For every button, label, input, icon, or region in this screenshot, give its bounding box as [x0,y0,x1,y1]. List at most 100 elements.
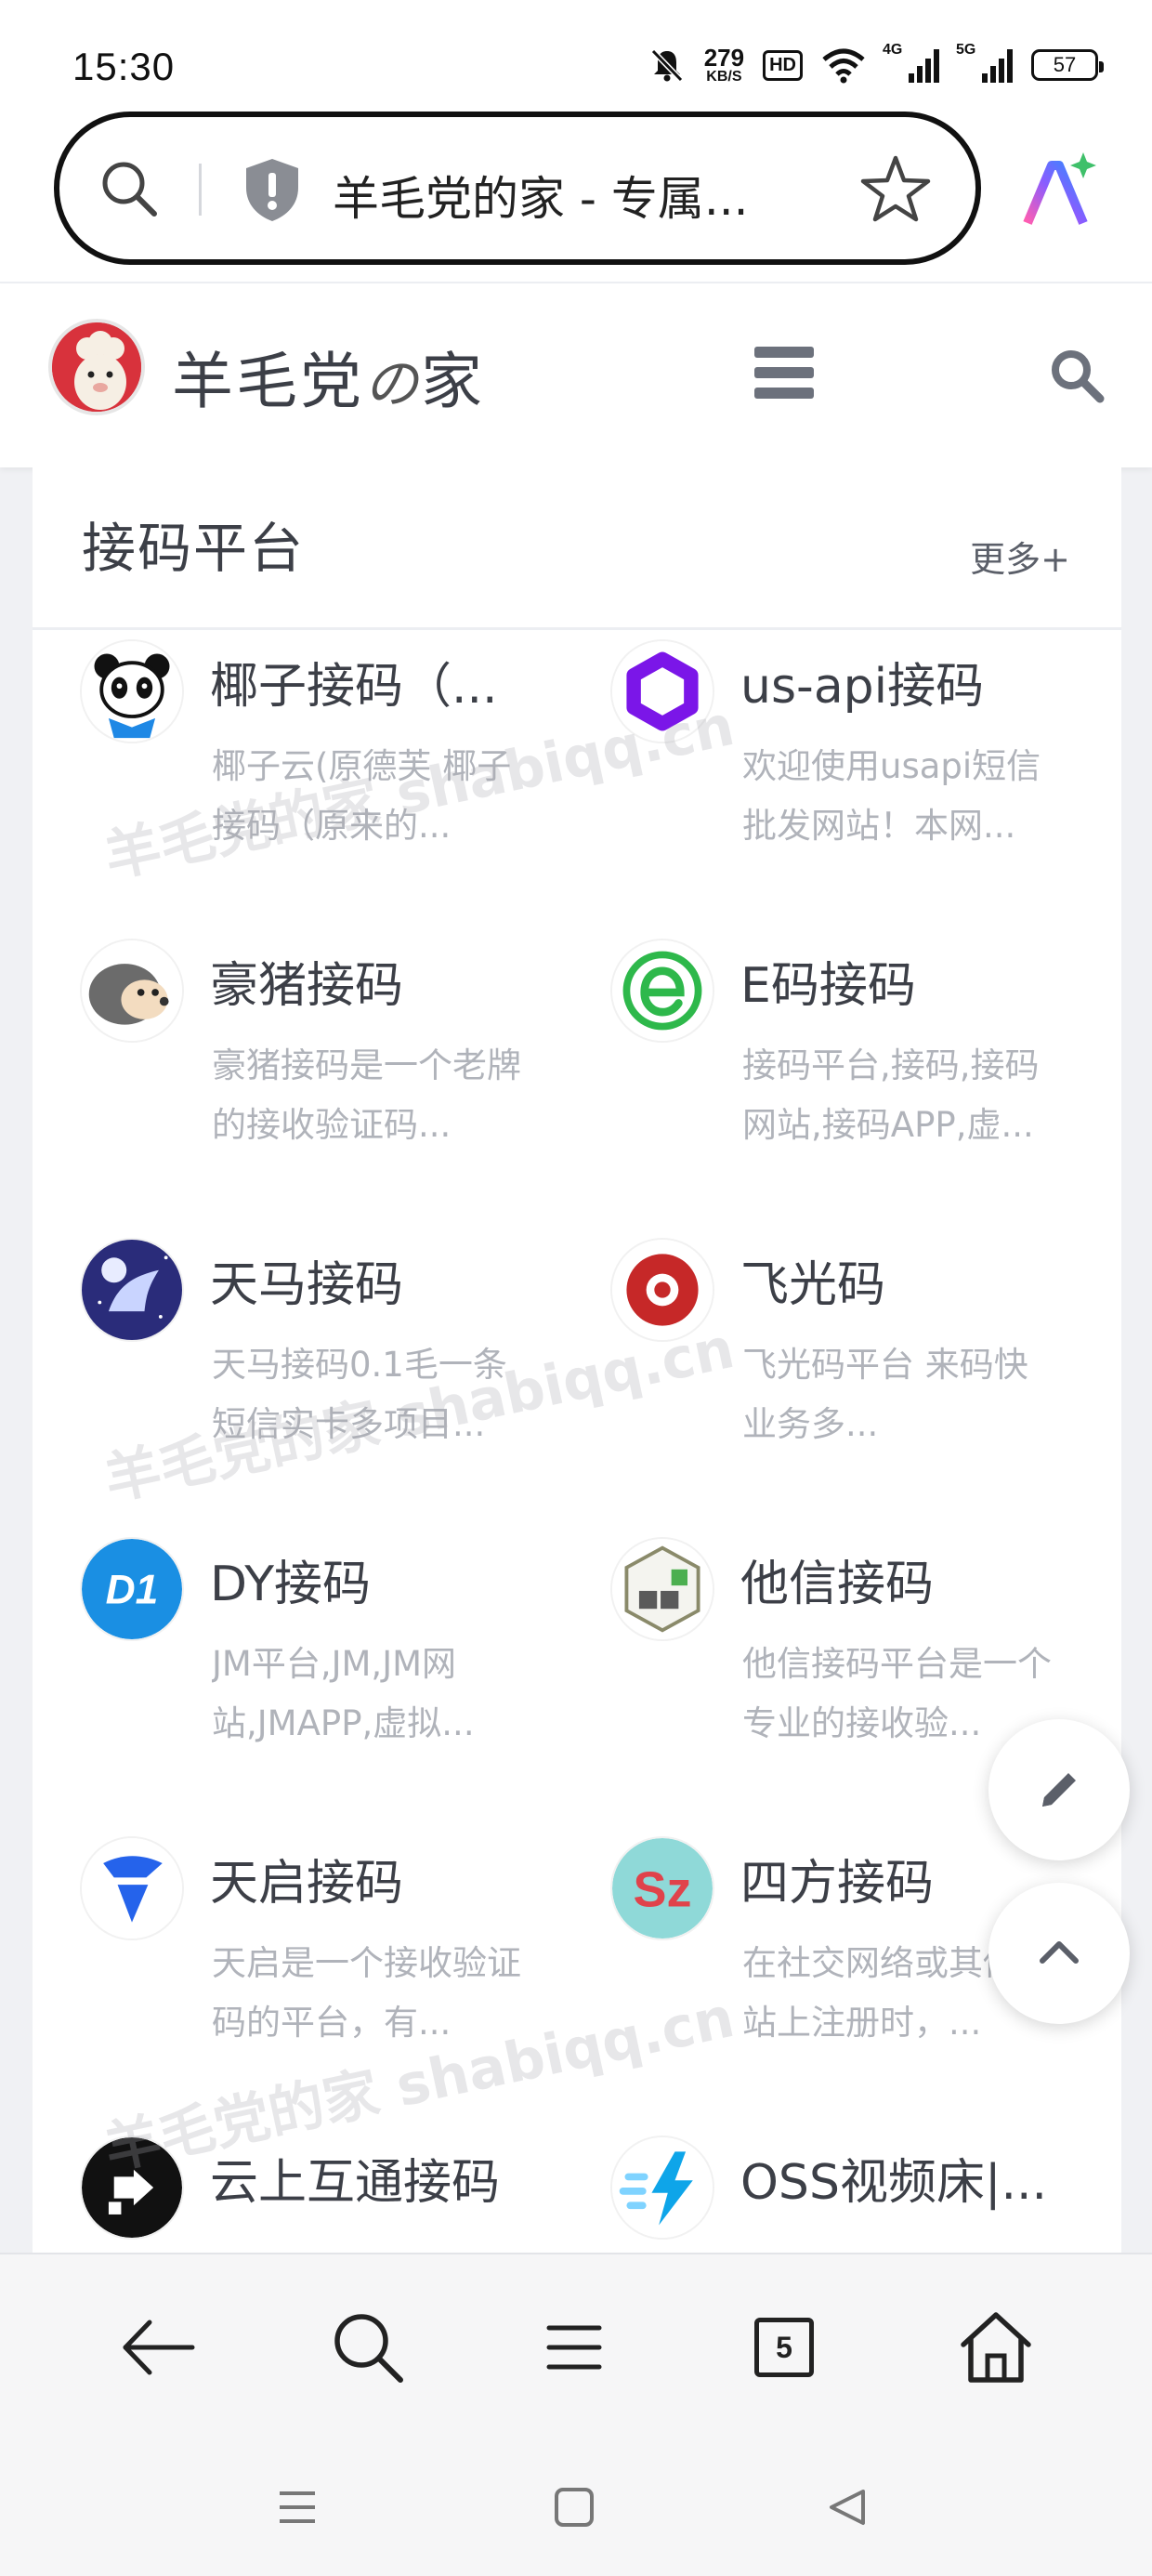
lightning-icon [610,2136,714,2240]
network-speed-value: 279 [703,44,745,72]
hd-badge: HD [763,49,803,81]
site-name-part1: 羊毛党 [172,346,364,417]
site-name-no: の [364,352,422,415]
mute-bell-icon [650,48,683,83]
list-item[interactable]: E码接码 接码平台,接码,接码网站,接码APP,虚... [610,939,1131,1236]
menu-icon [546,2325,602,2370]
item-desc: 接码平台,接码,接码网站,接码APP,虚... [742,1045,1040,1145]
item-title[interactable]: 飞光码 [740,1245,1093,1315]
item-desc: 他信接码平台是一个专业的接收验... [742,1644,1052,1743]
item-desc: 椰子云(原德芙 椰子接码（原来的... [212,746,512,846]
tabs-icon: 5 [754,2318,814,2377]
platform-card: 接码平台 更多+ 椰子接码（... 椰子云(原德芙 椰子接码（原来的... us… [33,467,1121,2256]
site-header: 羊毛党の家 [0,283,1152,467]
star-icon[interactable] [858,152,933,227]
status-time: 15:30 [72,45,176,88]
recent-apps-icon [280,2491,315,2523]
item-title[interactable]: 他信接码 [740,1544,1093,1614]
item-title[interactable]: us-api接码 [740,647,1093,716]
item-desc: 豪猪接码是一个老牌的接收验证码... [212,1045,521,1145]
address-bar[interactable]: 羊毛党的家 - 专属... [54,112,981,265]
blue-shield-icon [80,1836,184,1940]
back-arrow-icon [123,2320,195,2375]
item-title[interactable]: 豪猪接码 [210,946,563,1016]
status-bar: 15:30 279 KB/S HD 4G 5G 57 [0,0,1152,102]
hamburger-menu-icon[interactable] [754,347,814,399]
signal-5g-label: 5G [956,42,976,58]
edit-button[interactable] [988,1719,1130,1860]
search-icon[interactable] [1048,347,1106,404]
dy-logo-icon: D1 [80,1537,184,1641]
home-icon [961,2312,1031,2383]
status-icons: 279 KB/S HD 4G 5G 57 [648,37,1104,93]
item-title[interactable]: DY接码 [210,1544,563,1614]
tabs-button[interactable]: 5 [740,2303,829,2392]
red-target-icon [610,1238,714,1342]
wifi-icon [822,48,865,84]
battery-level: 57 [1053,53,1077,76]
scroll-top-icon [1040,1941,1079,1964]
signal-5g-icon: 5G [956,42,1013,83]
item-title[interactable]: 天马接码 [210,1245,563,1315]
alpaca-logo[interactable] [48,319,145,415]
purple-hexagon-icon [610,639,714,743]
list-item[interactable]: 天马接码 天马接码0.1毛一条短信实卡多项目... [80,1238,600,1535]
list-item[interactable]: D1 DY接码 JM平台,JM,JM网站,JMAPP,虚拟... [80,1537,600,1834]
item-title[interactable]: 天启接码 [210,1844,563,1913]
home-square-icon [555,2488,594,2527]
signal-4g-icon: 4G [883,42,939,83]
network-speed-unit: KB/S [706,69,742,85]
hedgehog-icon [80,939,184,1043]
back-triangle-icon [830,2490,865,2525]
item-title[interactable]: 椰子接码（... [210,647,563,716]
scroll-top-button[interactable] [988,1883,1130,2024]
list-item[interactable]: 天启接码 天启是一个接收验证码的平台，有... [80,1836,600,2134]
address-title[interactable]: 羊毛党的家 - 专属... [333,162,797,229]
edit-pencil-icon [1042,1773,1076,1807]
home-button[interactable] [951,2303,1041,2392]
system-back-button[interactable] [819,2479,875,2535]
signal-4g-label: 4G [883,42,903,58]
panda-icon [80,639,184,743]
back-button[interactable] [113,2303,203,2392]
pegasus-icon [80,1238,184,1342]
list-item[interactable]: 飞光码 飞光码平台 来码快业务多... [610,1238,1131,1535]
address-separator [199,164,202,216]
svg-text:Sz: Sz [633,1861,691,1917]
section-title: 接码平台 [82,517,306,580]
item-title[interactable]: OSS视频床|... [740,2143,1093,2213]
more-link[interactable]: 更多+ [970,531,1070,582]
search-button[interactable] [323,2303,412,2392]
card-header: 接码平台 更多+ [33,467,1121,630]
item-title[interactable]: E码接码 [740,946,1093,1016]
alpaca-logo-graphic [52,322,141,412]
item-desc: 欢迎使用usapi短信批发网站！本网... [742,746,1041,846]
site-name[interactable]: 羊毛党の家 [172,332,485,421]
item-desc: 飞光码平台 来码快业务多... [742,1345,1028,1444]
list-item[interactable]: us-api接码 欢迎使用usapi短信批发网站！本网... [610,639,1131,937]
hex-cube-icon [610,1537,714,1641]
menu-button[interactable] [530,2303,619,2392]
network-speed: 279 KB/S [704,46,744,85]
search-icon[interactable] [97,156,162,221]
item-desc: 天马接码0.1毛一条短信实卡多项目... [212,1345,507,1444]
ai-assistant-icon[interactable] [1016,149,1100,232]
system-home-button[interactable] [546,2479,602,2535]
tab-count: 5 [776,2330,792,2364]
black-arrow-icon [80,2136,184,2240]
address-bar-area: 羊毛党的家 - 专属... [0,102,1152,283]
list-item[interactable]: 椰子接码（... 椰子云(原德芙 椰子接码（原来的... [80,639,600,937]
recent-apps-button[interactable] [269,2479,325,2535]
battery-icon: 57 [1031,49,1104,81]
shield-icon[interactable] [241,156,304,223]
svg-text:D1: D1 [106,1567,159,1612]
browser-screen: 15:30 279 KB/S HD 4G 5G 57 羊毛党的家 - 专属...… [0,0,1152,2576]
sz-logo-icon: Sz [610,1836,714,1940]
site-name-part2: 家 [421,346,486,417]
item-title[interactable]: 云上互通接码 [210,2143,563,2213]
browser-bottom-bar: 5 [0,2253,1152,2438]
search-icon [334,2314,403,2383]
item-desc: 天启是一个接收验证码的平台，有... [212,1943,521,2043]
list-item[interactable]: 豪猪接码 豪猪接码是一个老牌的接收验证码... [80,939,600,1236]
system-nav-bar [0,2438,1152,2576]
